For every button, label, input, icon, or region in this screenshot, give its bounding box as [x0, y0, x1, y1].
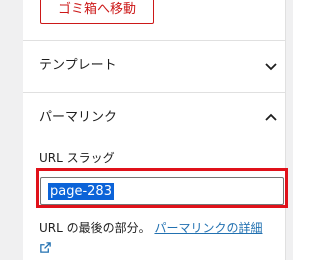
settings-sidebar-panel: ゴミ箱へ移動 テンプレート パーマリンク URL スラッグ page-283 U…: [23, 0, 288, 260]
template-section-toggle[interactable]: テンプレート: [23, 41, 285, 91]
help-description: URL の最後の部分。: [39, 221, 151, 235]
chevron-down-icon: [265, 63, 277, 71]
editor-canvas-edge: [0, 0, 23, 260]
template-section-title: テンプレート: [39, 58, 117, 73]
permalink-section-title: パーマリンク: [39, 110, 118, 125]
sidebar-scrollbar[interactable]: [285, 0, 293, 260]
url-slug-label: URL スラッグ: [39, 151, 115, 165]
permalink-section-toggle[interactable]: パーマリンク: [23, 93, 285, 143]
url-slug-input[interactable]: [40, 177, 284, 205]
move-to-trash-button[interactable]: ゴミ箱へ移動: [40, 0, 154, 24]
chevron-up-icon: [265, 113, 277, 121]
external-link-icon: [40, 242, 51, 253]
permalink-details-link-label: パーマリンクの詳細: [154, 221, 263, 235]
permalink-help-text: URL の最後の部分。 パーマリンクの詳細: [39, 218, 283, 258]
